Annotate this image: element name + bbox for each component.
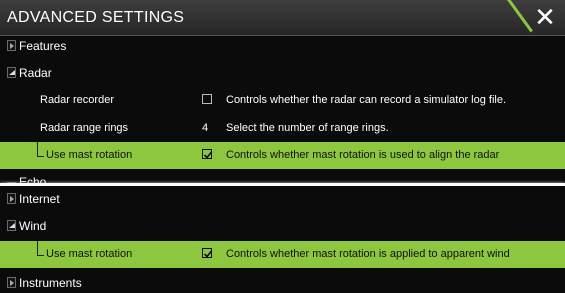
- settings-panel-top: ADVANCED SETTINGS ✕ Features Radar Radar…: [0, 0, 565, 183]
- setting-radar-range-rings[interactable]: Radar range rings 4 Select the number of…: [0, 115, 565, 142]
- group-partial[interactable]: Echo: [0, 175, 565, 183]
- setting-description: Select the number of range rings.: [226, 122, 389, 134]
- setting-label: Radar range rings: [40, 122, 129, 134]
- page-title: ADVANCED SETTINGS: [7, 9, 185, 26]
- group-label: Instruments: [19, 276, 82, 290]
- setting-radar-recorder[interactable]: Radar recorder Controls whether the rada…: [0, 87, 565, 114]
- group-instruments[interactable]: Instruments: [0, 270, 565, 293]
- group-internet[interactable]: Internet: [0, 186, 565, 213]
- radar-mast-rotation-checkbox[interactable]: [202, 149, 213, 159]
- range-rings-value[interactable]: 4: [202, 122, 208, 134]
- group-label: Wind: [19, 219, 47, 233]
- group-label: Radar: [19, 66, 52, 80]
- setting-description: Controls whether the radar can record a …: [226, 94, 507, 106]
- setting-description: Controls whether mast rotation is used t…: [226, 149, 500, 161]
- setting-label: Use mast rotation: [46, 149, 133, 161]
- group-label: Features: [19, 39, 67, 53]
- expand-arrow-icon[interactable]: [7, 277, 16, 288]
- expand-arrow-icon[interactable]: [7, 193, 16, 204]
- group-wind[interactable]: Wind: [0, 213, 565, 240]
- expand-arrow-icon[interactable]: [7, 40, 16, 51]
- setting-radar-mast-rotation[interactable]: Use mast rotation Controls whether mast …: [0, 142, 565, 169]
- setting-label: Use mast rotation: [46, 248, 133, 260]
- tree-connector: [37, 142, 44, 157]
- group-radar[interactable]: Radar: [0, 60, 565, 87]
- setting-wind-mast-rotation[interactable]: Use mast rotation Controls whether mast …: [0, 241, 565, 268]
- collapse-arrow-icon[interactable]: [7, 67, 16, 78]
- title-bar: ADVANCED SETTINGS ✕: [0, 0, 565, 36]
- group-features[interactable]: Features: [0, 33, 565, 60]
- group-label: Internet: [19, 192, 60, 206]
- radar-recorder-checkbox[interactable]: [202, 94, 212, 104]
- setting-description: Controls whether mast rotation is applie…: [226, 248, 510, 260]
- settings-panel-bottom: Internet Wind Use mast rotation Controls…: [0, 186, 565, 293]
- setting-label: Radar recorder: [40, 94, 114, 106]
- close-icon[interactable]: ✕: [528, 1, 562, 35]
- collapse-arrow-icon[interactable]: [7, 220, 16, 231]
- tree-connector: [37, 241, 44, 256]
- wind-mast-rotation-checkbox[interactable]: [202, 248, 213, 258]
- group-label: Echo: [19, 175, 47, 183]
